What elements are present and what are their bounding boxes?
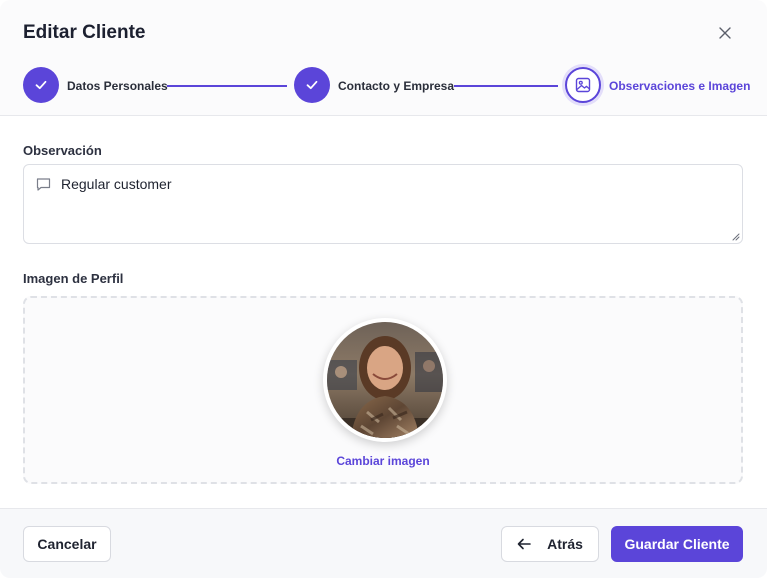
back-button-label: Atrás: [547, 536, 583, 552]
change-image-link[interactable]: Cambiar imagen: [25, 454, 741, 468]
dialog-footer: Cancelar Atrás Guardar Cliente: [0, 508, 767, 578]
avatar[interactable]: [323, 318, 447, 442]
profile-image-label: Imagen de Perfil: [23, 271, 124, 286]
step-3-indicator[interactable]: [565, 67, 601, 103]
close-icon: [719, 27, 731, 39]
cancel-button[interactable]: Cancelar: [23, 526, 111, 562]
arrow-left-icon: [517, 538, 531, 550]
check-icon: [35, 80, 47, 90]
step-2-label[interactable]: Contacto y Empresa: [338, 79, 454, 93]
observation-label: Observación: [23, 143, 102, 158]
dialog-title: Editar Cliente: [23, 22, 146, 43]
step-connector-1: [167, 85, 287, 87]
step-3-label[interactable]: Observaciones e Imagen: [609, 79, 750, 93]
resize-handle-icon[interactable]: [732, 233, 740, 241]
step-1-indicator[interactable]: [23, 67, 59, 103]
step-2-indicator[interactable]: [294, 67, 330, 103]
back-button[interactable]: Atrás: [501, 526, 599, 562]
dialog-header: Editar Cliente Datos Personales Contacto: [0, 0, 767, 116]
image-drop-zone[interactable]: Cambiar imagen: [23, 296, 743, 484]
profile-photo: [327, 322, 443, 438]
stepper: Datos Personales Contacto y Empresa Obse…: [0, 66, 767, 106]
comment-icon: [36, 178, 51, 191]
observation-textarea[interactable]: Regular customer: [23, 164, 743, 244]
observation-value: Regular customer: [61, 176, 172, 192]
step-1-label[interactable]: Datos Personales: [67, 79, 168, 93]
check-icon: [306, 80, 318, 90]
save-client-button[interactable]: Guardar Cliente: [611, 526, 743, 562]
image-icon: [575, 77, 591, 93]
close-button[interactable]: [712, 22, 738, 44]
step-connector-2: [454, 85, 558, 87]
edit-client-dialog: Editar Cliente Datos Personales Contacto: [0, 0, 767, 578]
